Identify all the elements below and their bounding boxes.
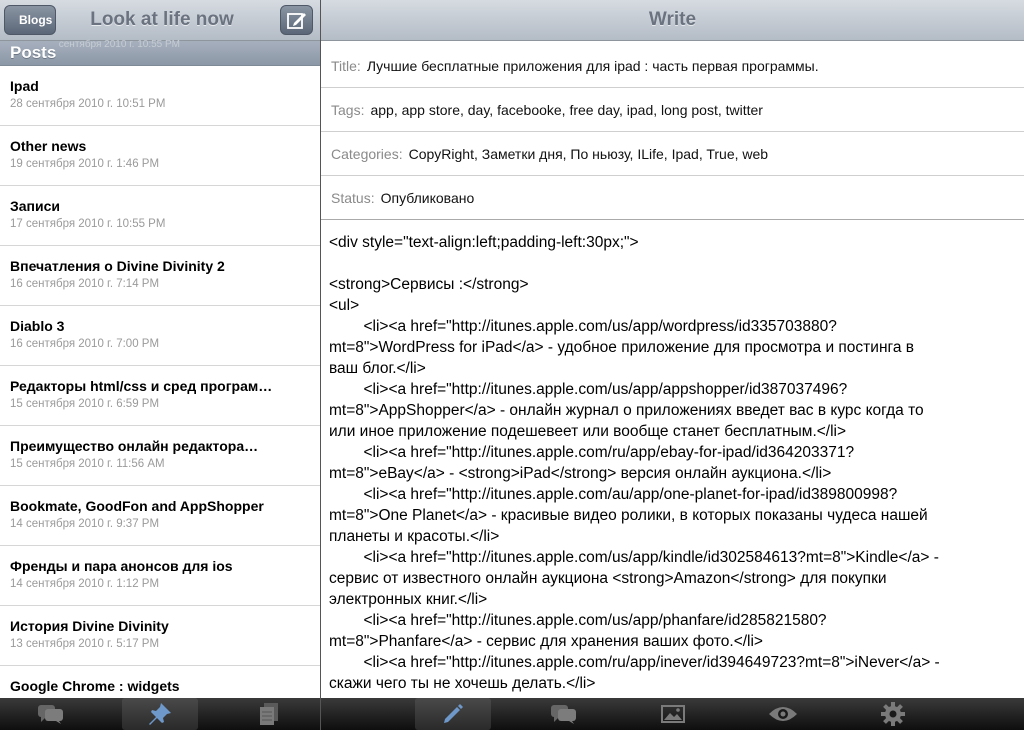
comments-tab[interactable] [28, 698, 74, 730]
post-date: 17 сентября 2010 г. 10:55 PM [10, 218, 166, 230]
section-header-faded-text: сентября 2010 г. 10:55 PM [58, 39, 180, 50]
photo-tab[interactable] [650, 698, 696, 730]
left-navigation-bar: Blogs Look at life now [0, 0, 320, 41]
body-line: скажи чего ты не хочешь делать.</li> [329, 675, 596, 692]
body-line: <li><a href="http://itunes.apple.com/us/… [329, 549, 939, 566]
post-title: Bookmate, GoodFon and AppShopper [10, 498, 264, 514]
status-value: Опубликовано [380, 190, 475, 206]
body-line: mt=8">Phanfare</a> - сервис для хранения… [329, 633, 763, 650]
posts-tab[interactable] [122, 698, 198, 730]
pencil-icon [444, 704, 463, 723]
comments-tab-right[interactable] [541, 698, 587, 730]
comments-icon [38, 705, 63, 724]
status-label: Status: [331, 190, 375, 206]
post-date: 13 сентября 2010 г. 5:17 PM [10, 638, 160, 650]
tags-value: app, app store, day, facebooke, free day… [370, 102, 763, 118]
body-line: сервис от известного онлайн аукциона <st… [329, 570, 887, 587]
title-value: Лучшие бесплатные приложения для ipad : … [366, 58, 819, 74]
back-button-label: Blogs [19, 13, 53, 27]
post-title: Ipad [10, 78, 39, 94]
categories-label: Categories: [331, 146, 403, 162]
tags-field[interactable]: Tags: app, app store, day, facebooke, fre… [321, 88, 1024, 132]
blog-title: Look at life now [90, 9, 234, 30]
post-list-item[interactable]: Редакторы html/css и сред програм… 15 сен… [0, 366, 320, 426]
photo-icon [661, 705, 685, 723]
pin-icon [149, 703, 171, 725]
section-title: Posts [10, 43, 57, 62]
write-tab[interactable] [415, 698, 491, 730]
post-title: Редакторы html/css и сред програм… [10, 378, 273, 394]
post-list-item[interactable]: Diablo 3 16 сентября 2010 г. 7:00 PM [0, 306, 320, 366]
post-body-editor[interactable]: <div style="text-align:left;padding-left… [329, 232, 1015, 696]
compose-button[interactable] [280, 5, 313, 35]
post-list-item[interactable]: Впечатления о Divine Divinity 2 16 сентяб… [0, 246, 320, 306]
post-title: Записи [10, 198, 61, 214]
categories-field[interactable]: Categories: CopyRight, Заметки дня, По нь… [321, 132, 1024, 176]
post-title: Google Chrome : widgets [10, 678, 180, 694]
body-line: планеты и красоты.</li> [329, 528, 500, 545]
pages-tab[interactable] [246, 698, 292, 730]
write-title: Write [648, 9, 697, 30]
post-title: Впечатления о Divine Divinity 2 [10, 258, 225, 274]
post-list-item[interactable]: Френды и пара анонсов для ios 14 сентября… [0, 546, 320, 606]
post-date: 15 сентября 2010 г. 11:56 AM [10, 458, 165, 470]
post-list-item[interactable]: Bookmate, GoodFon and AppShopper 14 сентя… [0, 486, 320, 546]
status-field[interactable]: Status: Опубликовано [321, 176, 1024, 220]
post-list-item[interactable]: Преимущество онлайн редактора… 15 сентябр… [0, 426, 320, 486]
body-line: электронных книг.</li> [329, 591, 488, 608]
post-title: Френды и пара анонсов для ios [10, 558, 233, 574]
post-date: 15 сентября 2010 г. 6:59 PM [10, 398, 160, 410]
write-pane: Write Title: Лучшие бесплатные приложения… [321, 0, 1024, 730]
post-title: Diablo 3 [10, 318, 65, 334]
tags-label: Tags: [331, 102, 365, 118]
post-list-item[interactable]: Ipad 28 сентября 2010 г. 10:51 PM [0, 66, 320, 126]
pages-icon [260, 703, 278, 725]
body-line: mt=8">WordPress for iPad</a> - удобное п… [329, 339, 914, 356]
body-line: <li><a href="http://itunes.apple.com/ru/… [329, 654, 940, 671]
post-title: Other news [10, 138, 87, 154]
post-date: 19 сентября 2010 г. 1:46 PM [10, 158, 160, 170]
post-list-item[interactable]: История Divine Divinity 13 сентября 2010 … [0, 606, 320, 666]
categories-value: CopyRight, Заметки дня, По ньюзу, ILife,… [408, 146, 769, 162]
right-navigation-bar: Write [321, 0, 1024, 41]
eye-icon [769, 707, 797, 721]
post-list-item[interactable]: Other news 19 сентября 2010 г. 1:46 PM [0, 126, 320, 186]
body-line: ваш блог.</li> [329, 360, 426, 377]
body-line: <div style="text-align:left;padding-left… [329, 234, 639, 251]
settings-tab[interactable] [870, 698, 916, 730]
body-line: <li><a href="http://itunes.apple.com/us/… [329, 612, 827, 629]
body-line: mt=8">eBay</a> - <strong>iPad</strong> в… [329, 465, 832, 482]
body-line: mt=8">One Planet</a> - красивые видео ро… [329, 507, 928, 524]
title-field[interactable]: Title: Лучшие бесплатные приложения для i… [321, 44, 1024, 88]
right-toolbar [321, 698, 1024, 730]
post-date: 28 сентября 2010 г. 10:51 PM [10, 98, 166, 110]
posts-section-header: сентября 2010 г. 10:55 PM Posts [0, 39, 320, 66]
post-date: 16 сентября 2010 г. 7:00 PM [10, 338, 160, 350]
compose-icon [287, 13, 306, 29]
post-date: 16 сентября 2010 г. 7:14 PM [10, 278, 160, 290]
blogs-back-button[interactable]: Blogs [4, 5, 56, 35]
body-line: <li><a href="http://itunes.apple.com/us/… [329, 318, 837, 335]
title-label: Title: [331, 58, 361, 74]
body-line: или иное приложение подешевеет или вообщ… [329, 423, 847, 440]
body-line: <ul> [329, 297, 360, 314]
posts-pane: Blogs Look at life now сентября 2010 г. … [0, 0, 320, 730]
body-line: <li><a href="http://itunes.apple.com/au/… [329, 486, 898, 503]
preview-tab[interactable] [760, 698, 806, 730]
post-title: Преимущество онлайн редактора… [10, 438, 259, 454]
body-line: <li><a href="http://itunes.apple.com/ru/… [329, 444, 855, 461]
post-list: Ipad 28 сентября 2010 г. 10:51 PM Other ne… [0, 66, 320, 726]
body-line [329, 253, 1015, 274]
left-toolbar [0, 698, 320, 730]
body-line: <li><a href="http://itunes.apple.com/us/… [329, 381, 848, 398]
post-title: История Divine Divinity [10, 618, 169, 634]
body-line: mt=8">AppShopper</a> - онлайн журнал о п… [329, 402, 924, 419]
body-line: <strong>Сервисы :</strong> [329, 276, 529, 293]
post-date: 14 сентября 2010 г. 1:12 PM [10, 578, 160, 590]
post-date: 14 сентября 2010 г. 9:37 PM [10, 518, 160, 530]
gear-icon [881, 702, 905, 726]
post-list-item[interactable]: Записи 17 сентября 2010 г. 10:55 PM [0, 186, 320, 246]
comments-icon [551, 705, 576, 724]
